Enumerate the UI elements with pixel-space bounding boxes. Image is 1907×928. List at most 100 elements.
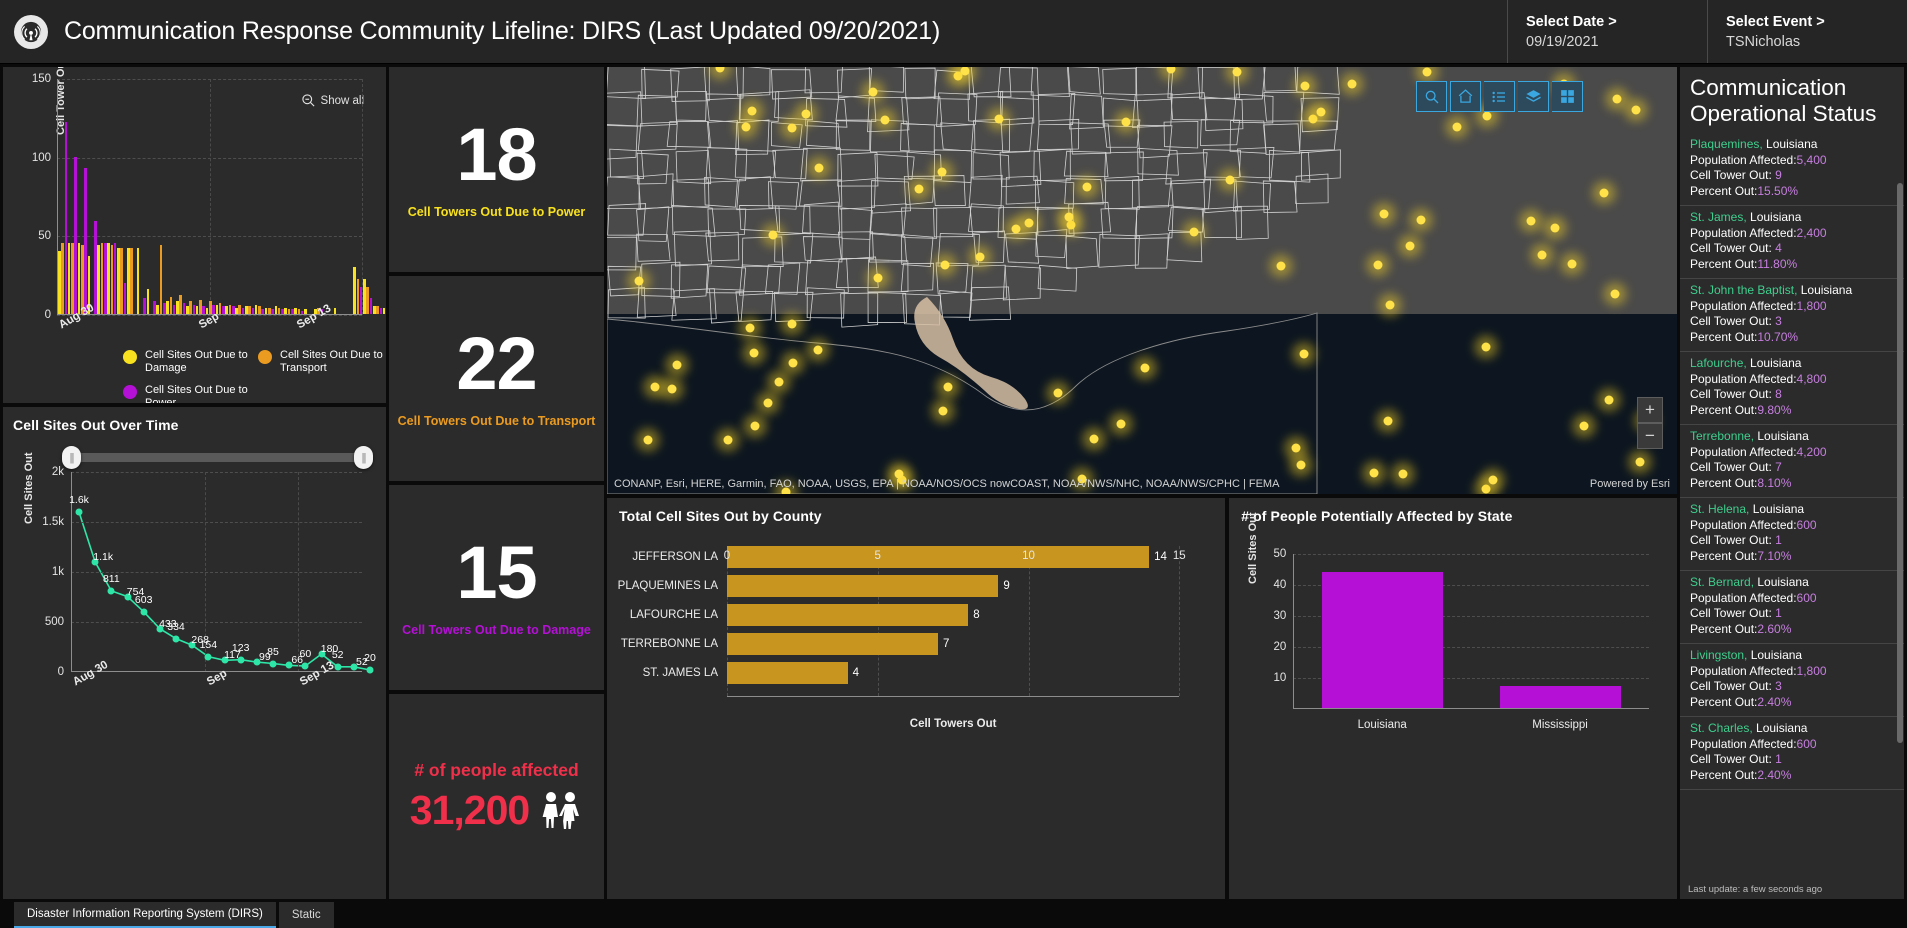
home-icon[interactable] xyxy=(1450,81,1481,112)
data-point[interactable] xyxy=(108,587,115,594)
status-list-item[interactable]: St. Bernard, LouisianaPopulation Affecte… xyxy=(1680,571,1904,644)
status-list-item[interactable]: St. James, LouisianaPopulation Affected:… xyxy=(1680,206,1904,279)
map-outage-marker[interactable] xyxy=(1300,82,1309,91)
map-outage-marker[interactable] xyxy=(1190,228,1199,237)
map-outage-marker[interactable] xyxy=(1025,218,1034,227)
map-outage-marker[interactable] xyxy=(644,435,653,444)
map-outage-marker[interactable] xyxy=(1526,217,1535,226)
map-outage-marker[interactable] xyxy=(763,399,772,408)
data-point[interactable] xyxy=(173,635,180,642)
map-outage-marker[interactable] xyxy=(1291,444,1300,453)
map-outage-marker[interactable] xyxy=(1054,389,1063,398)
map-outage-marker[interactable] xyxy=(881,115,890,124)
map-outage-marker[interactable] xyxy=(873,274,882,283)
map-outage-marker[interactable] xyxy=(1611,290,1620,299)
layers-icon[interactable] xyxy=(1518,81,1549,112)
data-point[interactable] xyxy=(302,663,309,670)
map-outage-marker[interactable] xyxy=(749,349,758,358)
map-outage-marker[interactable] xyxy=(1568,260,1577,269)
map-outage-marker[interactable] xyxy=(1226,175,1235,184)
status-list-item[interactable]: St. Helena, LouisianaPopulation Affected… xyxy=(1680,498,1904,571)
data-point[interactable] xyxy=(205,653,212,660)
map-outage-marker[interactable] xyxy=(1385,300,1394,309)
map-outage-marker[interactable] xyxy=(635,276,644,285)
footer-tab-2[interactable]: Static xyxy=(279,902,334,928)
map-outage-marker[interactable] xyxy=(814,345,823,354)
legend-icon[interactable] xyxy=(1484,81,1515,112)
basemap-icon[interactable] xyxy=(1552,81,1583,112)
map-outage-marker[interactable] xyxy=(747,106,756,115)
map-outage-marker[interactable] xyxy=(1082,182,1091,191)
map-outage-marker[interactable] xyxy=(1374,261,1383,270)
map-outage-marker[interactable] xyxy=(650,382,659,391)
map-outage-marker[interactable] xyxy=(788,320,797,329)
legend-item[interactable]: Cell Sites Out Due to Damage xyxy=(123,349,258,375)
map-outage-marker[interactable] xyxy=(1379,209,1388,218)
zoom-out-button[interactable]: − xyxy=(1637,423,1663,449)
map-outage-marker[interactable] xyxy=(939,407,948,416)
map-outage-marker[interactable] xyxy=(1600,188,1609,197)
map-outage-marker[interactable] xyxy=(768,230,777,239)
bar-row[interactable]: TERREBONNE LA7 xyxy=(727,633,1179,655)
status-list[interactable]: Plaquemines, LouisianaPopulation Affecte… xyxy=(1680,133,1904,881)
map-outage-marker[interactable] xyxy=(1481,485,1490,494)
map-outage-marker[interactable] xyxy=(869,87,878,96)
map-outage-marker[interactable] xyxy=(774,377,783,386)
map-outage-marker[interactable] xyxy=(1140,363,1149,372)
map-toolbar[interactable] xyxy=(1416,81,1583,112)
map-outage-marker[interactable] xyxy=(1300,350,1309,359)
map-outage-marker[interactable] xyxy=(789,359,798,368)
map-outage-marker[interactable] xyxy=(1117,419,1126,428)
map-outage-marker[interactable] xyxy=(1233,68,1242,77)
map-outage-marker[interactable] xyxy=(1551,224,1560,233)
map-outage-marker[interactable] xyxy=(1316,108,1325,117)
map-outage-marker[interactable] xyxy=(1538,251,1547,260)
map-outage-marker[interactable] xyxy=(741,122,750,131)
map-outage-marker[interactable] xyxy=(1296,460,1305,469)
map-outage-marker[interactable] xyxy=(787,124,796,133)
status-list-item[interactable]: Plaquemines, LouisianaPopulation Affecte… xyxy=(1680,133,1904,206)
map-outage-marker[interactable] xyxy=(1417,216,1426,225)
bar-row[interactable]: LAFOURCHE LA8 xyxy=(727,604,1179,626)
slider-handle-left[interactable]: || xyxy=(62,446,81,469)
map-outage-marker[interactable] xyxy=(1489,475,1498,484)
map-outage-marker[interactable] xyxy=(1369,468,1378,477)
zoom-in-button[interactable]: + xyxy=(1637,397,1663,423)
select-event-control[interactable]: Select Event > TSNicholas xyxy=(1707,0,1907,63)
map-outage-marker[interactable] xyxy=(1012,225,1021,234)
status-list-item[interactable]: St. John the Baptist, LouisianaPopulatio… xyxy=(1680,279,1904,352)
map-outage-marker[interactable] xyxy=(1423,68,1432,77)
outage-map[interactable]: + − CONANP, Esri, HERE, Garmin, FAO, NOA… xyxy=(607,67,1677,494)
map-outage-marker[interactable] xyxy=(1348,79,1357,88)
map-outage-marker[interactable] xyxy=(1631,105,1640,114)
map-outage-marker[interactable] xyxy=(943,383,952,392)
map-outage-marker[interactable] xyxy=(937,167,946,176)
data-point[interactable] xyxy=(367,667,374,674)
bar-column[interactable] xyxy=(1500,686,1621,708)
map-outage-marker[interactable] xyxy=(1383,416,1392,425)
map-outage-marker[interactable] xyxy=(1604,396,1613,405)
map-outage-marker[interactable] xyxy=(1066,221,1075,230)
map-outage-marker[interactable] xyxy=(1308,115,1317,124)
map-outage-marker[interactable] xyxy=(815,164,824,173)
map-outage-marker[interactable] xyxy=(1276,261,1285,270)
map-outage-marker[interactable] xyxy=(915,185,924,194)
map-outage-marker[interactable] xyxy=(1090,434,1099,443)
map-outage-marker[interactable] xyxy=(1636,458,1645,467)
bar-row[interactable]: JEFFERSON LA14 xyxy=(727,546,1179,568)
search-icon[interactable] xyxy=(1416,81,1447,112)
map-outage-marker[interactable] xyxy=(672,360,681,369)
select-date-control[interactable]: Select Date > 09/19/2021 xyxy=(1507,0,1707,63)
map-outage-marker[interactable] xyxy=(1406,242,1415,251)
data-point[interactable] xyxy=(76,509,83,516)
map-outage-marker[interactable] xyxy=(802,109,811,118)
map-outage-marker[interactable] xyxy=(1398,469,1407,478)
map-outage-marker[interactable] xyxy=(1579,421,1588,430)
status-list-item[interactable]: Livingston, LouisianaPopulation Affected… xyxy=(1680,644,1904,717)
map-outage-marker[interactable] xyxy=(975,253,984,262)
legend-item[interactable]: Cell Sites Out Due to Power xyxy=(123,384,258,403)
time-range-slider[interactable]: || || xyxy=(71,453,364,462)
data-point[interactable] xyxy=(140,608,147,615)
map-outage-marker[interactable] xyxy=(1482,111,1491,120)
map-outage-marker[interactable] xyxy=(1121,118,1130,127)
